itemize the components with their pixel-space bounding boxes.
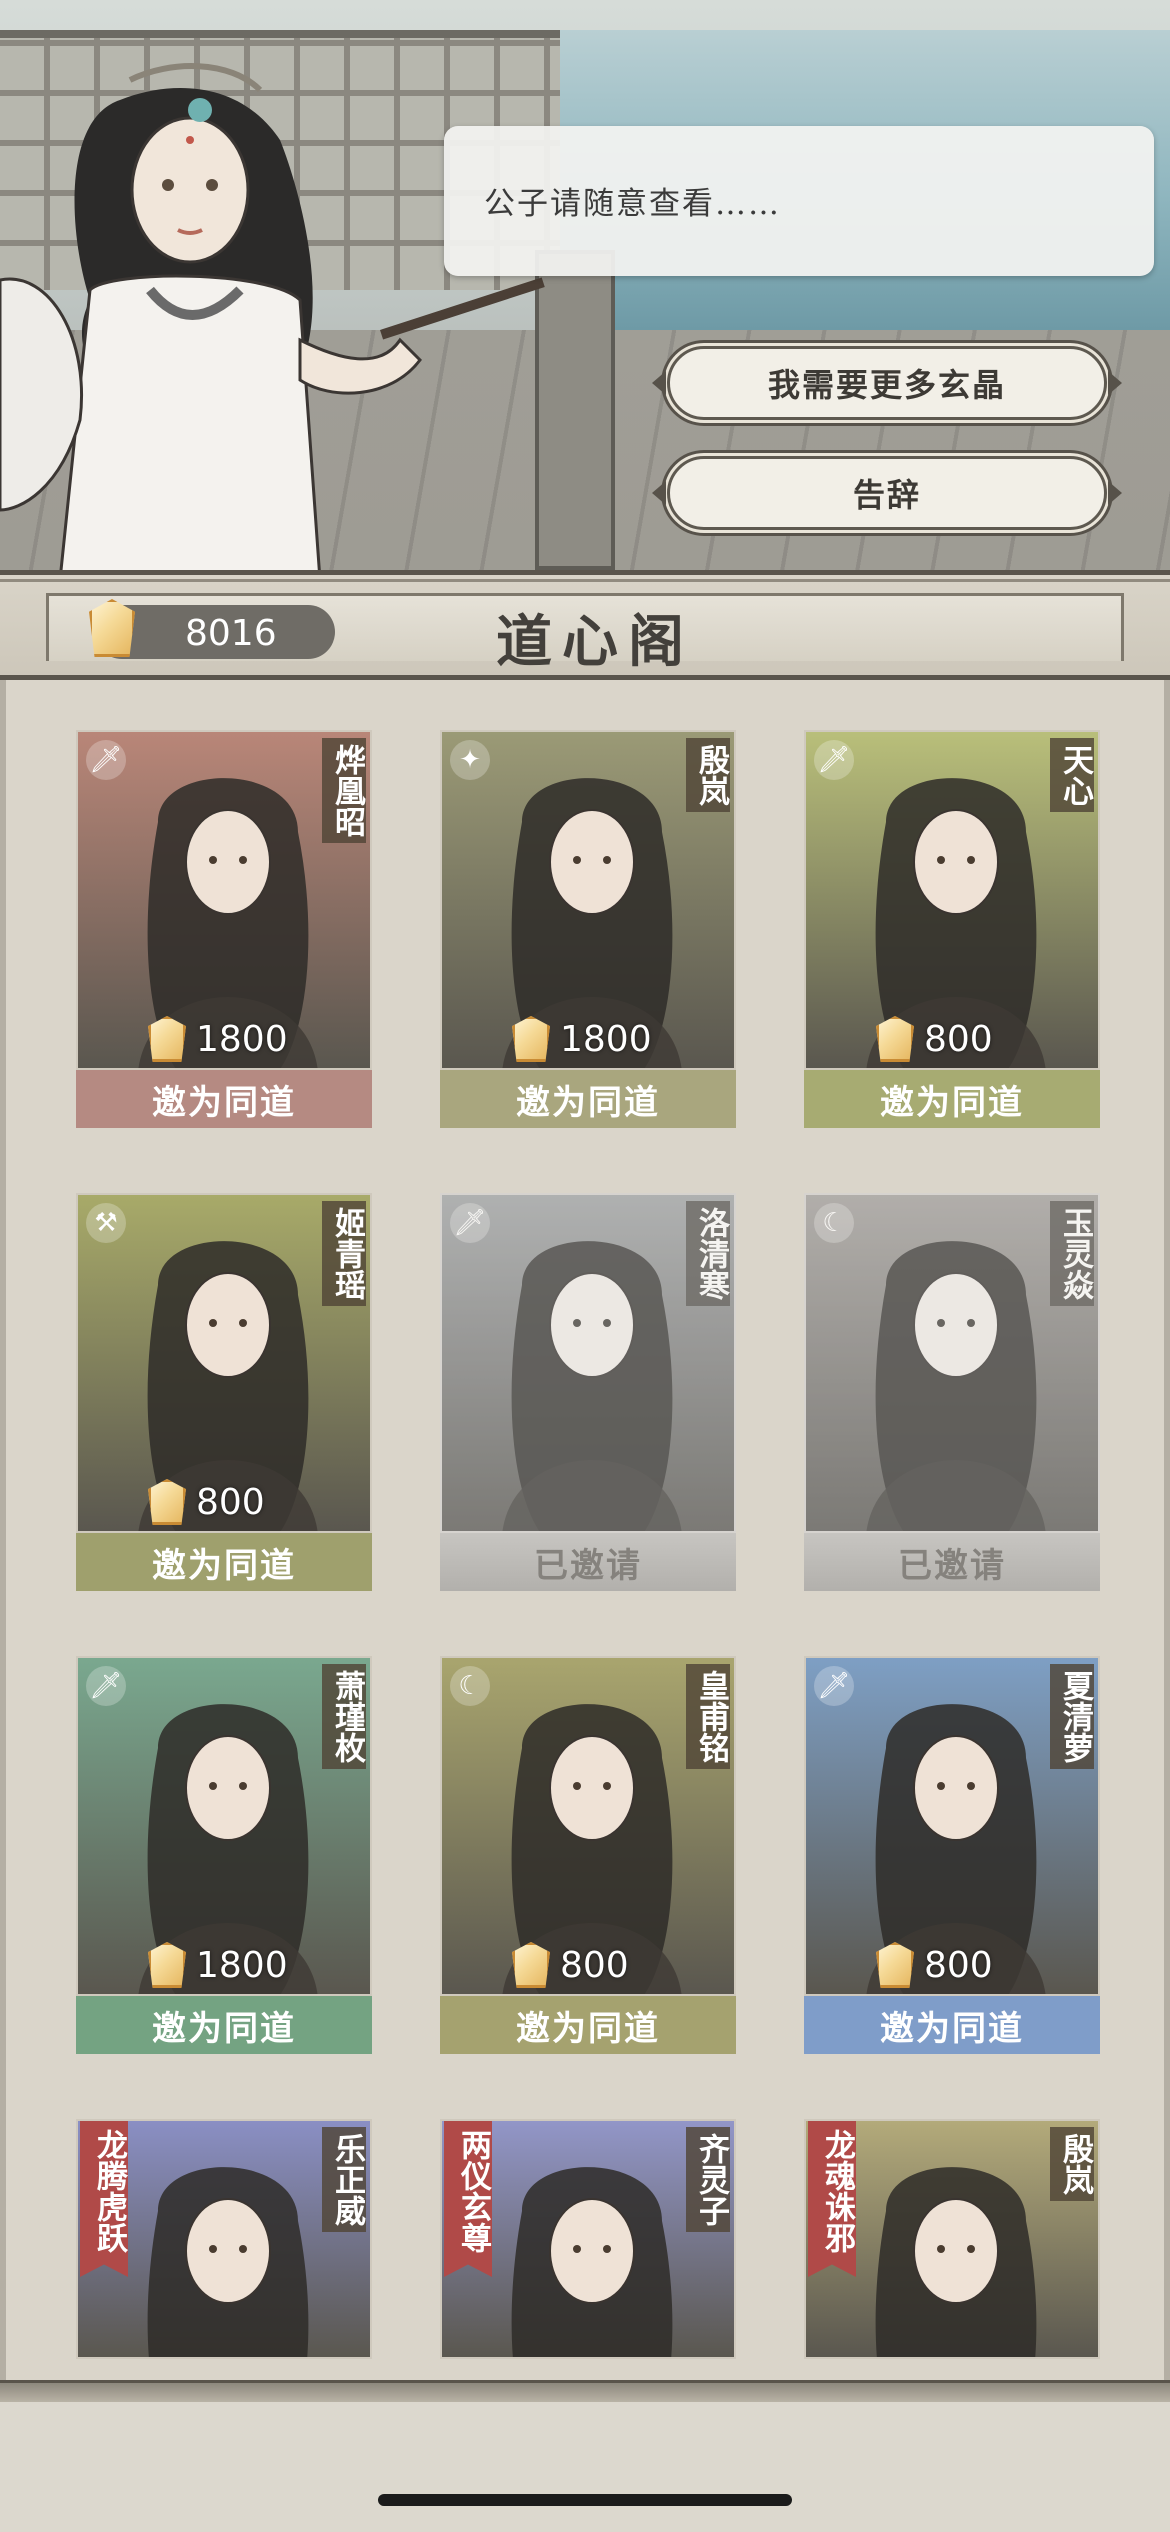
- companion-name: 姬青瑶: [322, 1201, 366, 1306]
- invite-button[interactable]: 邀为同道: [76, 1996, 372, 2054]
- companion-card[interactable]: 乐正威 龙腾虎跃: [76, 2119, 372, 2359]
- companion-portrait: 🗡 洛清寒: [440, 1193, 736, 1533]
- button-right-arrow-icon: [1108, 481, 1122, 505]
- companion-card[interactable]: 齐灵子 两仪玄尊: [440, 2119, 736, 2359]
- title-banner: 龙腾虎跃: [80, 2121, 128, 2277]
- crystal-icon: [876, 1016, 914, 1062]
- price-value: 800: [924, 1944, 993, 1986]
- companion-grid: 🗡 烨凰昭 1800 邀为同道 ✦ 殷岚 1800 邀为同道 🗡 天心 800 邀为同道 ⚒ 姬青瑶 800…: [0, 680, 1170, 2380]
- invited-status-button: 已邀请: [804, 1533, 1100, 1591]
- companion-card[interactable]: 🗡 洛清寒已邀请: [440, 1193, 736, 1591]
- crystal-icon: [512, 1016, 550, 1062]
- spear-icon: ✦: [450, 740, 490, 780]
- npc-dialog-text: 公子请随意查看……: [484, 186, 781, 222]
- npc-scene: 公子请随意查看…… 我需要更多玄晶 告辞: [0, 0, 1170, 575]
- companion-card[interactable]: ☾ 玉灵焱已邀请: [804, 1193, 1100, 1591]
- invite-button[interactable]: 邀为同道: [440, 1996, 736, 2054]
- page-title: 道心阁: [496, 609, 694, 675]
- price-value: 800: [924, 1018, 993, 1060]
- sword-icon: 🗡: [86, 1666, 126, 1706]
- title-banner: 龙魂诛邪: [808, 2121, 856, 2277]
- sword-icon: 🗡: [86, 740, 126, 780]
- companion-portrait: 🗡 萧瑾枚 1800: [76, 1656, 372, 1996]
- crystal-icon: [512, 1942, 550, 1988]
- home-indicator[interactable]: [378, 2494, 792, 2506]
- companion-name: 乐正威: [322, 2127, 366, 2232]
- price-value: 1800: [560, 1018, 652, 1060]
- invite-button[interactable]: 邀为同道: [440, 1070, 736, 1128]
- crystal-icon: [876, 1942, 914, 1988]
- price-value: 1800: [196, 1018, 288, 1060]
- price-value: 800: [196, 1481, 265, 1523]
- price-tag: 1800: [512, 1014, 652, 1064]
- npc-portrait: [0, 63, 545, 575]
- companion-card[interactable]: 殷岚 龙魂诛邪: [804, 2119, 1100, 2359]
- hammer-icon: ⚒: [86, 1203, 126, 1243]
- companion-name: 天心: [1050, 738, 1094, 812]
- crystal-icon: [148, 1016, 186, 1062]
- companion-portrait: 殷岚 龙魂诛邪: [804, 2119, 1100, 2359]
- invite-button[interactable]: 邀为同道: [76, 1070, 372, 1128]
- price-value: 1800: [196, 1944, 288, 1986]
- bottom-rail: [0, 2380, 1170, 2532]
- price-tag: 800: [148, 1477, 265, 1527]
- need-more-crystal-button[interactable]: 我需要更多玄晶: [652, 346, 1122, 420]
- invite-button[interactable]: 邀为同道: [804, 1996, 1100, 2054]
- npc-dialog-box: 公子请随意查看……: [444, 126, 1154, 276]
- companion-name: 萧瑾枚: [322, 1664, 366, 1769]
- bottom-frame-bar: [0, 2380, 1170, 2402]
- app-root: { "npc": { "dialog": "公子请随意查看……", "optio…: [0, 0, 1170, 2532]
- crystal-icon: [148, 1942, 186, 1988]
- sword-icon: 🗡: [814, 1666, 854, 1706]
- companion-portrait: ☾ 玉灵焱: [804, 1193, 1100, 1533]
- companion-portrait: 齐灵子 两仪玄尊: [440, 2119, 736, 2359]
- companion-card[interactable]: ☾ 皇甫铭 800 邀为同道: [440, 1656, 736, 2054]
- moon-icon: ☾: [814, 1203, 854, 1243]
- companion-name: 夏清萝: [1050, 1664, 1094, 1769]
- companion-portrait: 🗡 烨凰昭 1800: [76, 730, 372, 1070]
- option-label: 我需要更多玄晶: [767, 366, 1006, 404]
- companion-card[interactable]: 🗡 萧瑾枚 1800 邀为同道: [76, 1656, 372, 2054]
- companion-card[interactable]: ✦ 殷岚 1800 邀为同道: [440, 730, 736, 1128]
- companion-card[interactable]: 🗡 夏清萝 800 邀为同道: [804, 1656, 1100, 2054]
- companion-name: 玉灵焱: [1050, 1201, 1094, 1306]
- button-left-arrow-icon: [652, 481, 666, 505]
- price-value: 800: [560, 1944, 629, 1986]
- invite-button[interactable]: 邀为同道: [804, 1070, 1100, 1128]
- button-right-arrow-icon: [1108, 371, 1122, 395]
- moon-icon: ☾: [450, 1666, 490, 1706]
- companion-portrait: ✦ 殷岚 1800: [440, 730, 736, 1070]
- sword-icon: 🗡: [450, 1203, 490, 1243]
- companion-name: 洛清寒: [686, 1201, 730, 1306]
- price-tag: 800: [876, 1014, 993, 1064]
- shop-header: 8016 道心阁: [0, 570, 1170, 680]
- price-tag: 800: [876, 1940, 993, 1990]
- companion-portrait: 🗡 天心 800: [804, 730, 1100, 1070]
- companion-card[interactable]: ⚒ 姬青瑶 800 邀为同道: [76, 1193, 372, 1591]
- crystal-icon: [148, 1479, 186, 1525]
- sword-icon: 🗡: [814, 740, 854, 780]
- farewell-button[interactable]: 告辞: [652, 456, 1122, 530]
- companion-name: 殷岚: [1050, 2127, 1094, 2201]
- price-tag: 1800: [148, 1940, 288, 1990]
- companion-portrait: ☾ 皇甫铭 800: [440, 1656, 736, 1996]
- button-left-arrow-icon: [652, 371, 666, 395]
- companion-name: 皇甫铭: [686, 1664, 730, 1769]
- companion-name: 烨凰昭: [322, 738, 366, 843]
- companion-name: 殷岚: [686, 738, 730, 812]
- invite-button[interactable]: 邀为同道: [76, 1533, 372, 1591]
- companion-name: 齐灵子: [686, 2127, 730, 2232]
- price-tag: 1800: [148, 1014, 288, 1064]
- title-banner: 两仪玄尊: [444, 2121, 492, 2277]
- price-tag: 800: [512, 1940, 629, 1990]
- companion-portrait: 🗡 夏清萝 800: [804, 1656, 1100, 1996]
- option-label: 告辞: [852, 476, 921, 514]
- invited-status-button: 已邀请: [440, 1533, 736, 1591]
- companion-portrait: 乐正威 龙腾虎跃: [76, 2119, 372, 2359]
- companion-portrait: ⚒ 姬青瑶 800: [76, 1193, 372, 1533]
- companion-card[interactable]: 🗡 烨凰昭 1800 邀为同道: [76, 730, 372, 1128]
- companion-card[interactable]: 🗡 天心 800 邀为同道: [804, 730, 1100, 1128]
